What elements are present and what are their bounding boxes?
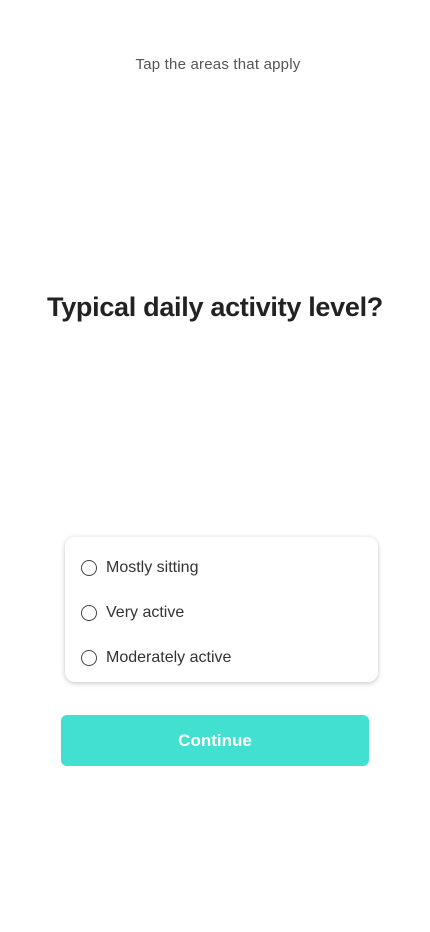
radio-button[interactable]: [81, 649, 97, 666]
activity-level-screen: Tap the areas that apply Typical daily a…: [0, 0, 430, 932]
option-very-active[interactable]: Very active: [65, 590, 378, 635]
option-label: Mostly sitting: [106, 558, 199, 576]
radio-button[interactable]: [81, 604, 97, 621]
option-label: Very active: [106, 603, 185, 621]
question-title: Typical daily activity level?: [47, 292, 383, 322]
option-mostly-sitting[interactable]: Mostly sitting: [65, 545, 378, 590]
radio-button[interactable]: [81, 559, 97, 576]
option-label: Moderately active: [106, 648, 232, 666]
option-moderately-active[interactable]: Moderately active: [65, 635, 378, 680]
options-card: Mostly sitting Very active Moderately ac…: [65, 537, 378, 682]
instruction-text: Tap the areas that apply: [135, 56, 301, 73]
continue-button[interactable]: Continue: [61, 715, 369, 766]
